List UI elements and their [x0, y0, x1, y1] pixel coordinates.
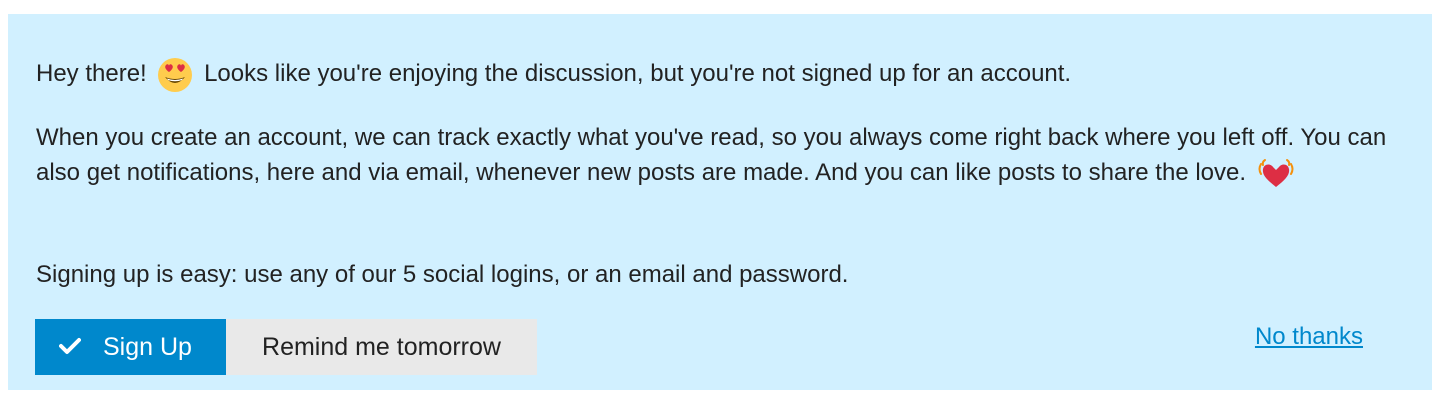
beating-heart-emoji-icon [1257, 158, 1295, 190]
greeting-message: Looks like you're enjoying the discussio… [204, 60, 1072, 87]
sign-up-label: Sign Up [103, 332, 192, 361]
remind-tomorrow-button[interactable]: Remind me tomorrow [226, 319, 537, 375]
check-icon [59, 333, 81, 362]
greeting-text: Hey there! Looks like you're enjoying th… [36, 56, 1071, 93]
benefits-message: When you create an account, we can track… [36, 124, 1387, 186]
signup-banner: Hey there! Looks like you're enjoying th… [8, 14, 1432, 390]
heart-eyes-emoji-icon [157, 57, 193, 93]
greeting-intro: Hey there! [36, 60, 147, 87]
no-thanks-link[interactable]: No thanks [1255, 319, 1363, 354]
sign-up-button[interactable]: Sign Up [35, 319, 226, 375]
remind-label: Remind me tomorrow [262, 332, 501, 361]
signup-info-text: Signing up is easy: use any of our 5 soc… [36, 261, 849, 288]
benefits-text: When you create an account, we can track… [36, 120, 1396, 190]
